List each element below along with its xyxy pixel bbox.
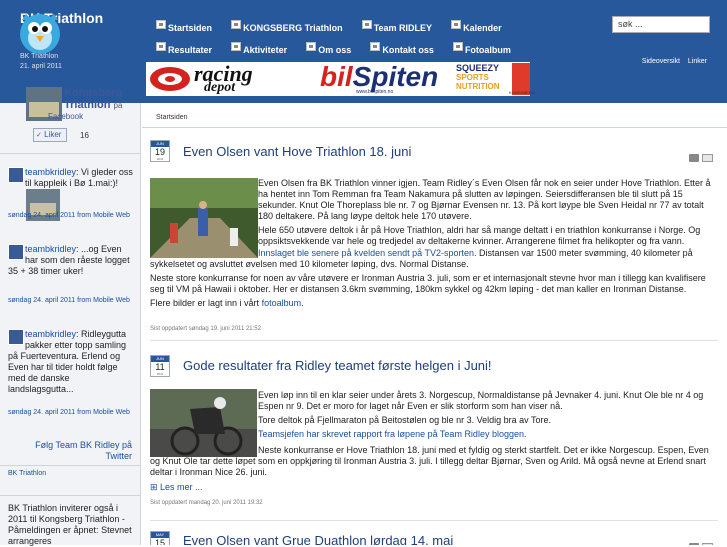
fotoalbum-link[interactable]: fotoalbum <box>262 298 302 308</box>
expand-icon: ⊞ <box>150 482 161 492</box>
squeezy-logo: SQUEEZY SPORTS NUTRITION <box>456 63 500 92</box>
sidebar-divider <box>0 495 141 496</box>
article-paragraph: Flere bilder er lagt inn i vårt fotoalbu… <box>150 298 304 308</box>
article-title[interactable]: Even Olsen vant Grue Duathlon lørdag 14.… <box>183 533 453 545</box>
article-body: Neste konkurranse er Hove Triathlon 18. … <box>150 445 718 481</box>
tweet-item: teambkridley: Ridleygutta pakker etter t… <box>8 329 136 395</box>
article-body-top: Even Olsen fra BK Triathlon vinner igjen… <box>258 178 718 250</box>
menu-icon <box>452 42 463 51</box>
article-body-top: Even løp inn til en klar seier under åre… <box>258 390 718 443</box>
menu-icon <box>370 42 381 51</box>
twitter-bird-icon <box>20 14 60 54</box>
follow-twitter-link[interactable]: Følg Team BK Ridley på Twitter <box>8 440 132 462</box>
tweet-item: teambkridley: ...og Even har som den råe… <box>8 244 136 277</box>
print-icon[interactable] <box>689 154 699 162</box>
article-divider <box>150 520 718 521</box>
article-updated: Sist oppdatert søndag 19. juni 2011 21:5… <box>150 326 261 332</box>
sidebar-info-text: BK Triathlon inviterer også i 2011 til K… <box>8 503 132 546</box>
breadcrumb[interactable]: Startsiden <box>156 114 188 121</box>
article-paragraph: Hele 650 utøvere deltok i år på Hove Tri… <box>258 225 701 246</box>
tweet-item: teambkridley: Vi gleder oss til kappleik… <box>8 167 136 189</box>
sidebar-bk-link[interactable]: BK Triathlon <box>8 470 46 477</box>
date-badge: JUN 11 2011 <box>150 355 170 377</box>
article-title[interactable]: Even Olsen vant Hove Triathlon 18. juni <box>183 144 411 159</box>
main-menu-row-2: Resultater Aktiviteter Om oss Kontakt os… <box>156 38 596 60</box>
site-subtitle-line2: 21. april 2011 <box>20 63 62 70</box>
facebook-site-label[interactable]: Facebook <box>48 112 83 121</box>
tweet-user[interactable]: teambkridley <box>25 244 76 254</box>
thumbs-up-icon: ✓ <box>36 132 42 139</box>
article-paragraph: Even Olsen fra BK Triathlon vinner igjen… <box>258 178 711 221</box>
article-paragraph: Neste store konkurranse for noen av våre… <box>150 273 706 294</box>
sidebar-divider <box>0 153 141 154</box>
article-paragraph: Even løp inn til en klar seier under åre… <box>258 390 704 411</box>
main-menu: Startsiden KONGSBERG Triathlon Team RIDL… <box>156 16 596 60</box>
article-photo <box>150 178 258 258</box>
menu-icon <box>451 20 462 29</box>
menu-item-kongsberg-triathlon[interactable]: KONGSBERG Triathlon <box>231 20 343 33</box>
search-input[interactable]: søk ... <box>612 16 710 33</box>
sponsor-banner[interactable]: racing depot bilSpiten www.bilspiten.no … <box>146 61 535 96</box>
twitter-avatar[interactable] <box>8 244 24 260</box>
racing-depot-logo-icon <box>150 67 190 91</box>
menu-icon <box>306 42 317 51</box>
linker-link[interactable]: Linker <box>688 58 707 65</box>
article-title[interactable]: Gode resultater fra Ridley teamet første… <box>183 358 492 373</box>
article: MAY 15 2011 Even Olsen vant Grue Duathlo… <box>142 531 727 545</box>
article: JUN 19 2011 Even Olsen vant Hove Triathl… <box>142 140 727 340</box>
article: JUN 11 2011 Gode resultater fra Ridley t… <box>142 355 727 515</box>
bilspiten-url: www.bilspiten.no <box>356 89 394 95</box>
kongsberg-label: KONGSBERG <box>509 90 535 95</box>
main-menu-row-1: Startsiden KONGSBERG Triathlon Team RIDL… <box>156 16 596 38</box>
menu-item-resultater[interactable]: Resultater <box>156 42 212 55</box>
article-paragraph: Innslaget ble senere på kvelden sendt på… <box>150 248 693 269</box>
article-paragraph: Tore deltok på Fjellmaraton på Beitostøl… <box>258 415 552 425</box>
menu-item-om-oss[interactable]: Om oss <box>306 42 351 55</box>
facebook-like-count: 16 <box>80 131 89 140</box>
facebook-like-button[interactable]: ✓ Liker <box>33 128 67 142</box>
article-updated: Sist oppdatert mandag 20. juni 2011 19:3… <box>150 500 263 506</box>
facebook-page-name[interactable]: Kongsberg Triathlon på <box>64 87 140 112</box>
menu-icon <box>361 20 372 29</box>
date-badge: JUN 19 2011 <box>150 140 170 162</box>
sidebar-divider <box>0 465 141 466</box>
twitter-avatar[interactable] <box>8 167 24 183</box>
menu-item-team-ridley[interactable]: Team RIDLEY <box>361 20 432 33</box>
menu-item-kalender[interactable]: Kalender <box>451 20 502 33</box>
menu-item-aktiviteter[interactable]: Aktiviteter <box>231 42 287 55</box>
article-divider <box>150 340 718 341</box>
date-badge: MAY 15 2011 <box>150 531 170 545</box>
tv2-link[interactable]: Innslaget ble senere på kvelden sendt på… <box>258 248 476 258</box>
article-body: Innslaget ble senere på kvelden sendt på… <box>150 248 718 312</box>
menu-icon <box>156 42 166 51</box>
tweet-meta[interactable]: søndag 24. april 2011 from Mobile Web <box>8 408 136 418</box>
ridley-blog-link[interactable]: Teamsjefen har skrevet rapport fra løpen… <box>258 429 526 439</box>
tweet-user[interactable]: teambkridley <box>25 329 76 339</box>
sideoversikt-link[interactable]: Sideoversikt <box>642 58 680 65</box>
article-paragraph: Teamsjefen har skrevet rapport fra løpen… <box>258 429 718 440</box>
article-tools <box>689 147 713 166</box>
tweet-user[interactable]: teambkridley <box>25 167 76 177</box>
utility-links: Sideoversikt Linker <box>636 58 707 65</box>
tweet-meta[interactable]: søndag 24. april 2011 from Mobile Web <box>8 211 136 221</box>
menu-item-fotoalbum[interactable]: Fotoalbum <box>452 42 511 55</box>
menu-icon <box>156 20 166 29</box>
racing-depot-depot: depot <box>204 80 236 95</box>
article-paragraph: Neste konkurranse er Hove Triathlon 18. … <box>150 445 709 477</box>
menu-item-startsiden[interactable]: Startsiden <box>156 20 212 33</box>
menu-item-kontakt-oss[interactable]: Kontakt oss <box>370 42 434 55</box>
tweet-meta[interactable]: søndag 24. april 2011 from Mobile Web <box>8 296 136 306</box>
email-icon[interactable] <box>702 154 713 162</box>
twitter-avatar[interactable] <box>8 329 24 345</box>
menu-icon <box>231 42 242 51</box>
read-more-link[interactable]: ⊞ Les mer ... <box>150 482 203 493</box>
menu-icon <box>231 20 242 29</box>
article-tools <box>689 536 713 545</box>
breadcrumb-bar: Startsiden <box>142 103 727 128</box>
